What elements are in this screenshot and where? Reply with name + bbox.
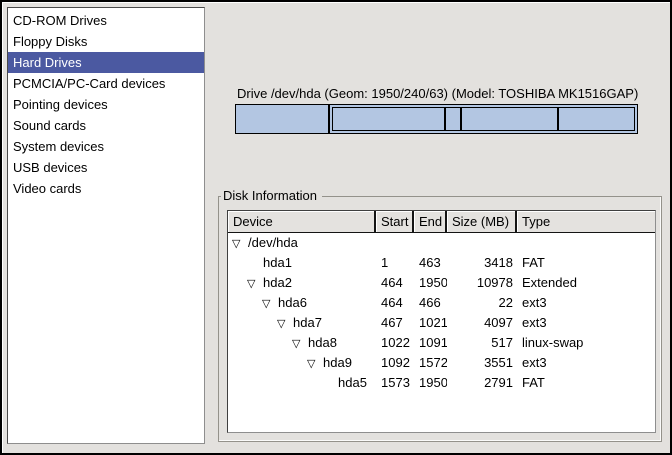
device-cell: hda5 [228, 373, 376, 393]
type-cell: ext3 [517, 353, 655, 373]
end-cell: 1572 [414, 353, 447, 373]
column-header-device[interactable]: Device [228, 211, 376, 233]
start-cell: 464 [376, 293, 414, 313]
sidebar-list[interactable]: CD-ROM DrivesFloppy DisksHard DrivesPCMC… [7, 7, 205, 444]
start-cell: 464 [376, 273, 414, 293]
sidebar-item-pointing-devices[interactable]: Pointing devices [8, 94, 204, 115]
size-cell: 3418 [447, 253, 517, 273]
column-header-type[interactable]: Type [517, 211, 655, 233]
size-cell: 2791 [447, 373, 517, 393]
size-cell: 22 [447, 293, 517, 313]
sidebar-item-floppy-disks[interactable]: Floppy Disks [8, 31, 204, 52]
expander-open-icon[interactable]: ▽ [292, 334, 308, 353]
device-cell: ▽hda9 [228, 353, 376, 373]
start-cell [376, 233, 414, 253]
hardware-browser-window: CD-ROM DrivesFloppy DisksHard DrivesPCMC… [0, 0, 672, 455]
expander-open-icon[interactable]: ▽ [307, 354, 323, 373]
disk-table-body: ▽/dev/hdahda114633418FAT▽hda246419501097… [228, 233, 655, 393]
disk-information-group: Disk Information DeviceStartEndSize (MB)… [218, 196, 662, 442]
size-cell [447, 233, 517, 253]
size-cell: 10978 [447, 273, 517, 293]
disk-table-header: DeviceStartEndSize (MB)Type [228, 211, 655, 233]
type-cell: FAT [517, 373, 655, 393]
column-header-end[interactable]: End [414, 211, 447, 233]
sidebar-item-usb-devices[interactable]: USB devices [8, 157, 204, 178]
type-cell: ext3 [517, 293, 655, 313]
device-cell: ▽hda2 [228, 273, 376, 293]
partition-segment-hda8[interactable] [445, 107, 461, 131]
partition-segment-hda5[interactable] [558, 107, 635, 131]
table-row-hda8[interactable]: ▽hda810221091517linux-swap [228, 333, 655, 353]
size-cell: 3551 [447, 353, 517, 373]
end-cell: 466 [414, 293, 447, 313]
start-cell: 1 [376, 253, 414, 273]
logical-partitions [332, 107, 635, 131]
device-label: hda9 [323, 355, 352, 370]
device-cell: ▽hda8 [228, 333, 376, 353]
end-cell: 1950 [414, 373, 447, 393]
device-cell: ▽hda6 [228, 293, 376, 313]
device-label: /dev/hda [248, 235, 298, 250]
device-label: hda6 [278, 295, 307, 310]
partition-segment-hda1[interactable] [235, 104, 329, 134]
expander-open-icon[interactable]: ▽ [262, 294, 278, 313]
partition-segment-hda2[interactable] [329, 104, 638, 134]
device-label: hda7 [293, 315, 322, 330]
partition-bar [235, 104, 638, 134]
device-cell: ▽/dev/hda [228, 233, 376, 253]
device-cell: hda1 [228, 253, 376, 273]
table-row-dev-hda[interactable]: ▽/dev/hda [228, 233, 655, 253]
end-cell: 1021 [414, 313, 447, 333]
type-cell: linux-swap [517, 333, 655, 353]
sidebar-item-pcmcia-pc-card-devices[interactable]: PCMCIA/PC-Card devices [8, 73, 204, 94]
end-cell: 1091 [414, 333, 447, 353]
end-cell: 1950 [414, 273, 447, 293]
start-cell: 1022 [376, 333, 414, 353]
type-cell: FAT [517, 253, 655, 273]
expander-open-icon[interactable]: ▽ [232, 234, 248, 253]
start-cell: 467 [376, 313, 414, 333]
sidebar-item-sound-cards[interactable]: Sound cards [8, 115, 204, 136]
device-cell: ▽hda7 [228, 313, 376, 333]
device-label: hda5 [338, 375, 367, 390]
sidebar-item-video-cards[interactable]: Video cards [8, 178, 204, 199]
size-cell: 517 [447, 333, 517, 353]
end-cell: 463 [414, 253, 447, 273]
table-row-hda5[interactable]: hda5 157319502791FAT [228, 373, 655, 393]
sidebar-item-hard-drives[interactable]: Hard Drives [8, 52, 204, 73]
partition-segment-hda9[interactable] [461, 107, 558, 131]
disk-table[interactable]: DeviceStartEndSize (MB)Type ▽/dev/hdahda… [227, 210, 656, 433]
table-row-hda7[interactable]: ▽hda746710214097ext3 [228, 313, 655, 333]
table-row-hda6[interactable]: ▽hda646446622ext3 [228, 293, 655, 313]
expander-open-icon[interactable]: ▽ [277, 314, 293, 333]
expander-open-icon[interactable]: ▽ [247, 274, 263, 293]
start-cell: 1092 [376, 353, 414, 373]
drive-title: Drive /dev/hda (Geom: 1950/240/63) (Mode… [237, 86, 638, 101]
table-row-hda1[interactable]: hda1 14633418FAT [228, 253, 655, 273]
sidebar-item-cd-rom-drives[interactable]: CD-ROM Drives [8, 10, 204, 31]
sidebar-item-system-devices[interactable]: System devices [8, 136, 204, 157]
column-header-start[interactable]: Start [376, 211, 414, 233]
partition-segment-hda6-hda7[interactable] [332, 107, 445, 131]
device-label: hda2 [263, 275, 292, 290]
device-label: hda8 [308, 335, 337, 350]
table-row-hda9[interactable]: ▽hda9109215723551ext3 [228, 353, 655, 373]
column-header-size-mb[interactable]: Size (MB) [447, 211, 517, 233]
table-row-hda2[interactable]: ▽hda2464195010978Extended [228, 273, 655, 293]
type-cell [517, 233, 655, 253]
group-label: Disk Information [221, 188, 322, 204]
end-cell [414, 233, 447, 253]
start-cell: 1573 [376, 373, 414, 393]
type-cell: ext3 [517, 313, 655, 333]
type-cell: Extended [517, 273, 655, 293]
size-cell: 4097 [447, 313, 517, 333]
device-label: hda1 [263, 255, 292, 270]
